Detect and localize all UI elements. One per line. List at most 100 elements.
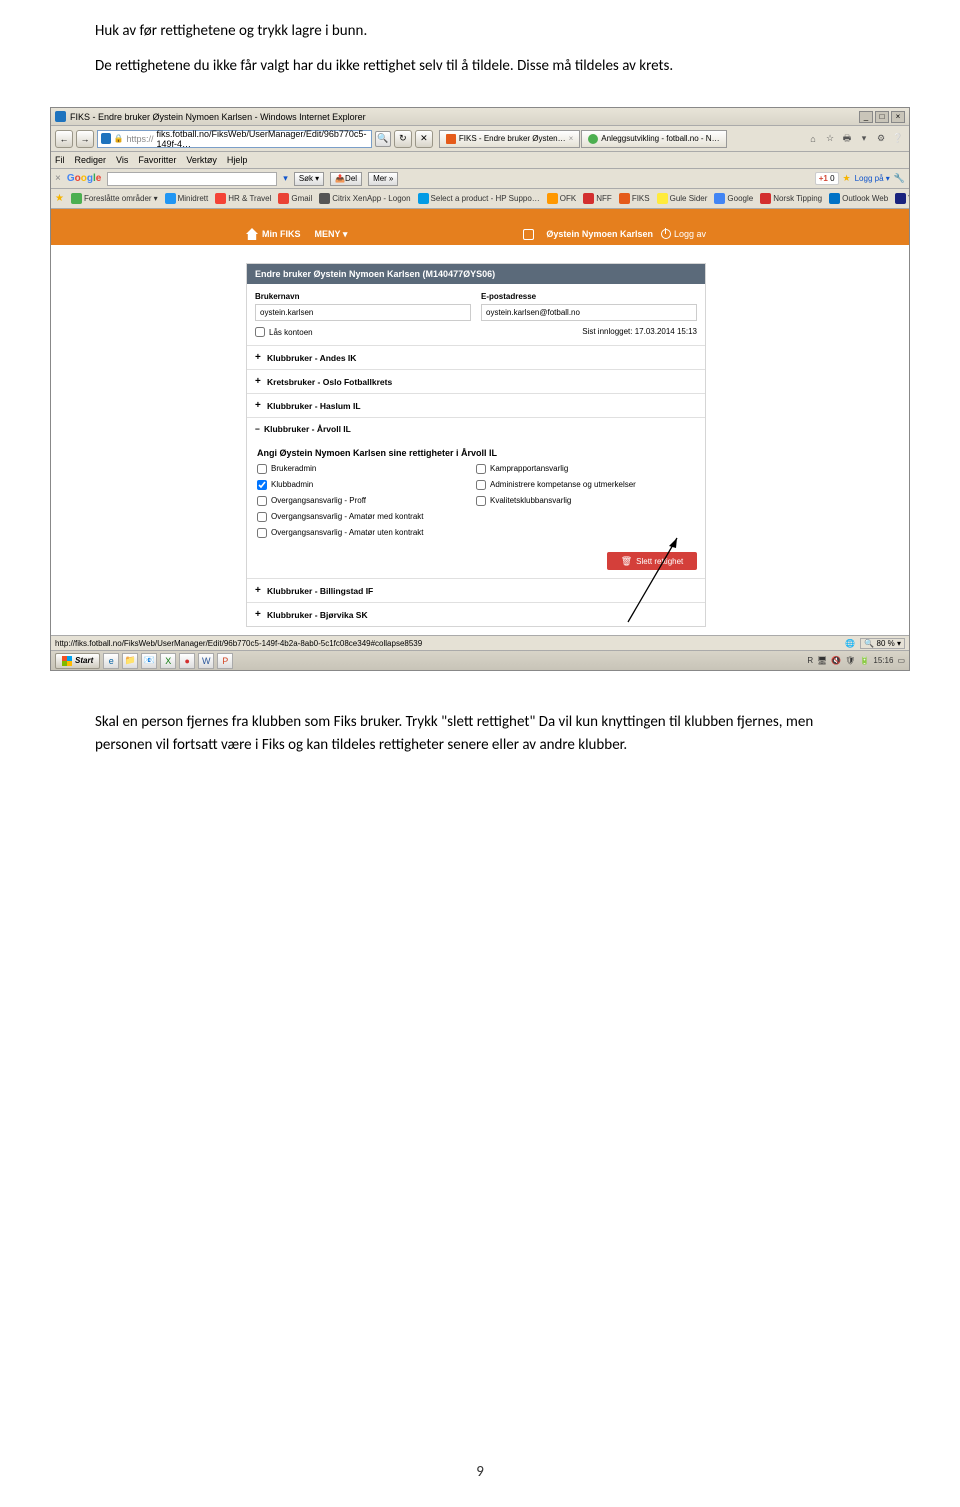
- tab-close-icon[interactable]: ×: [569, 134, 574, 143]
- tab-label: Anleggsutvikling - fotball.no - N…: [601, 134, 719, 143]
- browser-tab-2[interactable]: Anleggsutvikling - fotball.no - N…: [581, 130, 726, 148]
- menu-fil[interactable]: Fil: [55, 155, 65, 165]
- taskbar-app[interactable]: W: [198, 653, 214, 669]
- menu-hjelp[interactable]: Hjelp: [227, 155, 248, 165]
- maximize-button[interactable]: □: [875, 111, 889, 123]
- acc-billingstad[interactable]: +Klubbruker - Billingstad IF: [247, 578, 705, 602]
- ie-icon: [55, 111, 66, 122]
- slett-rettighet-button[interactable]: 🗑 Slett rettighet: [607, 552, 697, 570]
- google-share-button[interactable]: 📤 Del: [330, 172, 362, 186]
- clock[interactable]: 15:16: [873, 656, 893, 665]
- minimize-button[interactable]: _: [859, 111, 873, 123]
- opt-brukeradmin[interactable]: Brukeradmin: [257, 464, 476, 474]
- search-button[interactable]: 🔍: [375, 131, 391, 147]
- acc-arvoll: −Klubbruker - Årvoll IL Angi Øystein Nym…: [247, 417, 705, 570]
- bookmark[interactable]: Vålerenga Fotball: [895, 193, 909, 204]
- brukernavn-label: Brukernavn: [255, 292, 471, 301]
- window-controls[interactable]: _ □ ×: [859, 111, 905, 123]
- tray-icon[interactable]: R: [807, 656, 813, 665]
- google-logo: Google: [67, 173, 101, 184]
- user-name[interactable]: Øystein Nymoen Karlsen: [546, 229, 653, 239]
- wrench-icon[interactable]: 🔧: [894, 173, 905, 184]
- stop-button[interactable]: ✕: [415, 130, 433, 148]
- home-icon[interactable]: ⌂: [806, 132, 820, 146]
- acc-bjorvika[interactable]: +Klubbruker - Bjørvika SK: [247, 602, 705, 626]
- tray-icon[interactable]: 🔋: [859, 656, 869, 665]
- taskbar-app[interactable]: P: [217, 653, 233, 669]
- taskbar-app[interactable]: 📁: [122, 653, 138, 669]
- min-fiks-link[interactable]: Min FIKS: [262, 229, 301, 239]
- plusone-button[interactable]: +1 0: [815, 172, 839, 185]
- opt-kamprapport[interactable]: Kamprapportansvarlig: [476, 464, 695, 474]
- google-login-link[interactable]: Logg på ▾: [855, 174, 890, 183]
- acc-andes[interactable]: +Klubbruker - Andes IK: [247, 345, 705, 369]
- tray-icon[interactable]: 🔇: [831, 656, 841, 665]
- bookmark[interactable]: Minidrett: [165, 193, 209, 204]
- opt-kompetanse[interactable]: Administrere kompetanse og utmerkelser: [476, 480, 695, 490]
- bookmark[interactable]: Norsk Tipping: [760, 193, 822, 204]
- close-button[interactable]: ×: [891, 111, 905, 123]
- show-desktop[interactable]: ▭: [897, 656, 905, 665]
- bookmark[interactable]: Foreslåtte områder ▾: [71, 193, 158, 204]
- menu-favoritter[interactable]: Favoritter: [138, 155, 176, 165]
- acc-haslum[interactable]: +Klubbruker - Haslum IL: [247, 393, 705, 417]
- bookmark[interactable]: Gmail: [278, 193, 312, 204]
- safety-icon[interactable]: ⚙: [874, 132, 888, 146]
- bookmark[interactable]: OFK: [547, 193, 576, 204]
- opt-overgang-proff[interactable]: Overgangsansvarlig - Proff: [257, 496, 476, 506]
- tab-label: FIKS - Endre bruker Øysten…: [459, 134, 566, 143]
- forward-button[interactable]: →: [76, 130, 94, 148]
- zoom-level[interactable]: 🔍 80 % ▾: [860, 638, 905, 649]
- meny-dropdown[interactable]: MENY ▾: [315, 229, 348, 240]
- menu-rediger[interactable]: Rediger: [75, 155, 107, 165]
- url-scheme: https://: [126, 134, 153, 144]
- window-title: FIKS - Endre bruker Øystein Nymoen Karls…: [70, 112, 366, 122]
- opt-overgang-amator-med[interactable]: Overgangsansvarlig - Amatør med kontrakt: [257, 512, 476, 522]
- opt-overgang-amator-uten[interactable]: Overgangsansvarlig - Amatør uten kontrak…: [257, 528, 476, 538]
- taskbar-app[interactable]: e: [103, 653, 119, 669]
- toolbar-close-icon[interactable]: ×: [55, 173, 61, 184]
- brukernavn-input[interactable]: [255, 304, 471, 321]
- favorites-star-icon[interactable]: ★: [55, 193, 64, 204]
- tools-icon[interactable]: ❔: [891, 132, 905, 146]
- bookmark[interactable]: Citrix XenApp - Logon: [319, 193, 410, 204]
- bookmark[interactable]: Gule Sider: [657, 193, 708, 204]
- menu-vis[interactable]: Vis: [116, 155, 128, 165]
- epost-input[interactable]: [481, 304, 697, 321]
- bookmark[interactable]: HR & Travel: [215, 193, 271, 204]
- google-dropdown-icon[interactable]: ▾: [283, 173, 288, 184]
- acc-oslo[interactable]: +Kretsbruker - Oslo Fotballkrets: [247, 369, 705, 393]
- google-search-input[interactable]: [107, 172, 277, 186]
- bookmark[interactable]: FIKS: [619, 193, 650, 204]
- address-bar[interactable]: 🔒 https:// fiks.fotball.no/FiksWeb/UserM…: [97, 130, 372, 148]
- bookmark-star-icon[interactable]: ★: [843, 173, 851, 184]
- page-stage: Endre bruker Øystein Nymoen Karlsen (M14…: [51, 245, 909, 635]
- browser-tab-1[interactable]: FIKS - Endre bruker Øysten… ×: [439, 130, 580, 148]
- back-button[interactable]: ←: [55, 130, 73, 148]
- opt-kvalitetsklubb[interactable]: Kvalitetsklubbansvarlig: [476, 496, 695, 506]
- tray-icon[interactable]: 🖥: [817, 656, 827, 665]
- google-search-button[interactable]: Søk ▾: [294, 172, 324, 186]
- tray-icon[interactable]: 🛡: [845, 656, 855, 665]
- refresh-button[interactable]: ↻: [394, 130, 412, 148]
- taskbar-app[interactable]: 📧: [141, 653, 157, 669]
- bookmark[interactable]: Google: [714, 193, 753, 204]
- lock-checkbox[interactable]: [255, 327, 265, 337]
- bookmark[interactable]: NFF: [583, 193, 612, 204]
- menu-verktoy[interactable]: Verktøy: [186, 155, 217, 165]
- lock-label: Lås kontoen: [269, 328, 313, 337]
- google-more-button[interactable]: Mer »: [368, 172, 398, 186]
- start-button[interactable]: Start: [55, 653, 100, 669]
- logoff-button[interactable]: Logg av: [661, 229, 706, 239]
- page-menu-icon[interactable]: ▾: [857, 132, 871, 146]
- feeds-icon[interactable]: ☆: [823, 132, 837, 146]
- opt-klubbadmin[interactable]: Klubbadmin: [257, 480, 476, 490]
- home-icon[interactable]: [246, 228, 258, 240]
- print-icon[interactable]: 🖶: [840, 132, 854, 146]
- taskbar-app[interactable]: ●: [179, 653, 195, 669]
- bookmark[interactable]: Outlook Web: [829, 193, 888, 204]
- lock-account-checkbox[interactable]: Lås kontoen: [255, 327, 313, 337]
- taskbar-app[interactable]: X: [160, 653, 176, 669]
- bookmark[interactable]: Select a product - HP Suppo…: [418, 193, 540, 204]
- acc-arvoll-toggle[interactable]: −Klubbruker - Årvoll IL: [247, 418, 705, 440]
